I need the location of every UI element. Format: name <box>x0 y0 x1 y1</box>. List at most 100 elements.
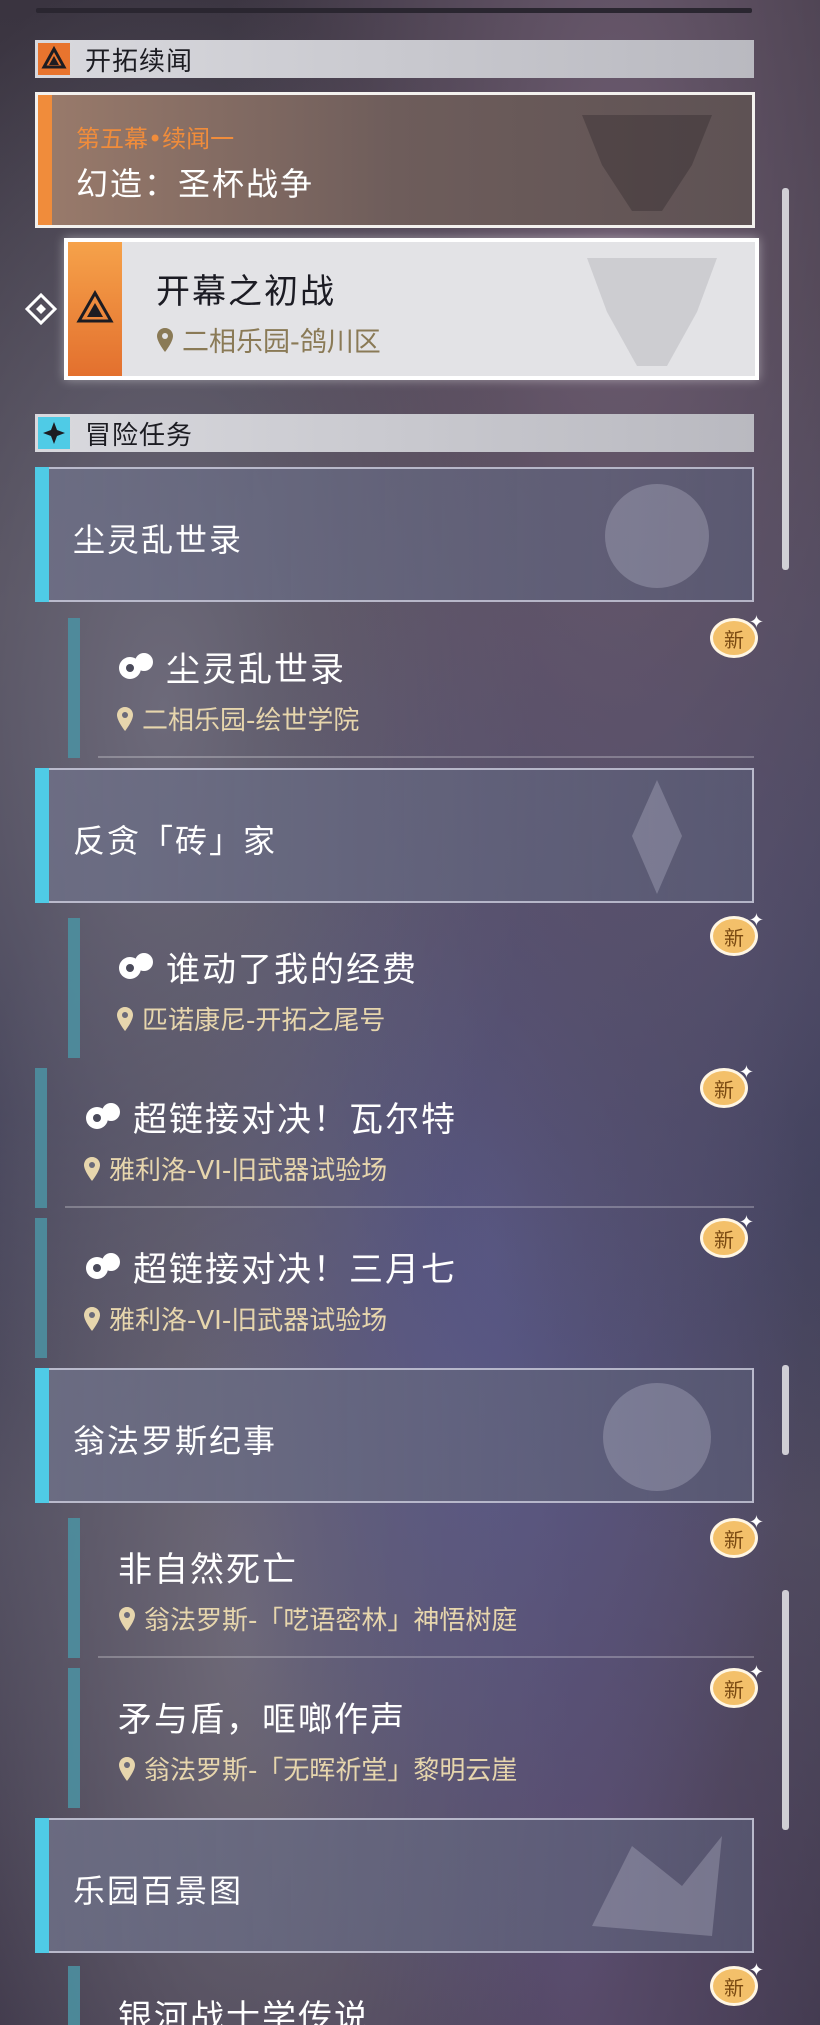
location-pin-icon <box>119 1756 135 1781</box>
story-quest-card[interactable]: 第五幕•续闻一 幻造：圣杯战争 <box>35 92 755 228</box>
task-item[interactable]: 尘灵乱世录 二相乐园-绘世学院 <box>68 618 754 758</box>
task-divider <box>98 1656 754 1658</box>
story-accent-bar <box>38 95 52 225</box>
task-bar <box>68 1518 80 1658</box>
task-title-text: 尘灵乱世录 <box>166 650 346 690</box>
task-item[interactable]: 超链接对决！瓦尔特 雅利洛-VI-旧武器试验场 <box>35 1068 754 1208</box>
group-emblem-icon <box>605 484 709 588</box>
sparkle-icon: ✦ <box>738 1062 754 1083</box>
task-location-text: 匹诺康尼-开拓之尾号 <box>142 1006 386 1036</box>
location-pin-icon <box>157 327 173 352</box>
task-location-text: 翁法罗斯-「呓语密林」神悟树庭 <box>144 1606 518 1636</box>
task-title-text: 超链接对决！瓦尔特 <box>133 1100 457 1140</box>
new-badge: 新 ✦ <box>706 612 764 664</box>
task-title: 超链接对决！瓦尔特 <box>83 1092 457 1141</box>
mission-icon <box>119 952 153 979</box>
location-pin-icon <box>84 1306 100 1331</box>
selection-cursor-icon <box>24 292 58 326</box>
quest-location: 二相乐园-鸽川区 <box>156 320 381 359</box>
task-location: 二相乐园-绘世学院 <box>116 700 359 737</box>
sparkle-icon: ✦ <box>748 1960 764 1981</box>
task-bar <box>68 1966 80 2025</box>
task-item[interactable]: 谁动了我的经费 匹诺康尼-开拓之尾号 <box>68 918 754 1058</box>
task-item[interactable]: 非自然死亡 翁法罗斯-「呓语密林」神悟树庭 <box>68 1518 754 1658</box>
sparkle-icon: ✦ <box>748 612 764 633</box>
new-badge: 新 ✦ <box>696 1062 754 1114</box>
quest-title: 开幕之初战 <box>156 272 336 312</box>
sparkle-icon: ✦ <box>748 1662 764 1683</box>
section-title: 开拓续闻 <box>85 46 194 77</box>
location-pin-icon <box>117 706 133 731</box>
group-emblem-icon <box>603 1383 711 1491</box>
task-location: 翁法罗斯-「呓语密林」神悟树庭 <box>118 1600 517 1637</box>
task-location-text: 雅利洛-VI-旧武器试验场 <box>109 1156 388 1186</box>
top-divider <box>36 8 752 13</box>
task-location: 雅利洛-VI-旧武器试验场 <box>83 1150 387 1187</box>
task-title: 银河战士学传说 <box>118 1990 370 2025</box>
task-location: 雅利洛-VI-旧武器试验场 <box>83 1300 387 1337</box>
task-title: 矛与盾，哐啷作声 <box>118 1692 406 1741</box>
sparkle-icon: ✦ <box>748 910 764 931</box>
story-emblem-icon <box>582 115 712 211</box>
task-title: 谁动了我的经费 <box>116 942 418 991</box>
location-pin-icon <box>117 1006 133 1031</box>
task-bar <box>68 618 80 758</box>
mission-icon <box>119 652 153 679</box>
location-pin-icon <box>84 1156 100 1181</box>
quest-location-text: 二相乐园-鸽川区 <box>182 327 381 358</box>
group-accent-bar <box>35 467 49 602</box>
mission-icon <box>86 1102 120 1129</box>
group-accent-bar <box>35 1818 49 1953</box>
group-accent-bar <box>35 768 49 903</box>
section-title: 冒险任务 <box>85 420 194 451</box>
selected-emblem-icon <box>587 258 717 366</box>
task-divider <box>65 1206 754 1208</box>
task-location-text: 二相乐园-绘世学院 <box>142 706 360 736</box>
task-location: 翁法罗斯-「无晖祈堂」黎明云崖 <box>118 1750 517 1787</box>
sparkle-icon: ✦ <box>748 1512 764 1533</box>
scrollbar-segment-lower[interactable] <box>782 1590 789 1830</box>
mission-icon <box>86 1252 120 1279</box>
section-header-trailblaze: 开拓续闻 <box>35 40 754 78</box>
group-emblem-icon <box>592 1836 722 1936</box>
task-item[interactable]: 矛与盾，哐啷作声 翁法罗斯-「无晖祈堂」黎明云崖 <box>68 1668 754 1808</box>
trailblaze-icon <box>37 42 71 76</box>
new-badge: 新 ✦ <box>706 1960 764 2012</box>
task-bar <box>35 1218 47 1358</box>
task-location-text: 翁法罗斯-「无晖祈堂」黎明云崖 <box>144 1756 518 1786</box>
scrollbar-thumb[interactable] <box>782 188 789 570</box>
selected-quest-card[interactable]: 开幕之初战 二相乐园-鸽川区 <box>64 238 759 380</box>
task-title-text: 超链接对决！三月七 <box>133 1250 457 1290</box>
group-title: 乐园百景图 <box>73 1872 244 1910</box>
group-accent-bar <box>35 1368 49 1503</box>
group-title: 尘灵乱世录 <box>73 521 244 559</box>
task-title-text: 银河战士学传说 <box>118 1998 370 2025</box>
group-header[interactable]: 乐园百景图 <box>35 1818 754 1953</box>
section-header-adventure: 冒险任务 <box>35 414 754 452</box>
task-item[interactable]: 超链接对决！三月七 雅利洛-VI-旧武器试验场 <box>35 1218 754 1358</box>
scrollbar-segment[interactable] <box>782 1365 789 1455</box>
task-item[interactable]: 银河战士学传说 <box>68 1966 754 2025</box>
new-badge: 新 ✦ <box>696 1212 754 1264</box>
story-subtitle: 第五幕•续闻一 <box>76 125 235 153</box>
group-header[interactable]: 翁法罗斯纪事 <box>35 1368 754 1503</box>
task-title: 非自然死亡 <box>118 1542 298 1591</box>
new-badge: 新 ✦ <box>706 1662 764 1714</box>
sparkle-icon: ✦ <box>738 1212 754 1233</box>
group-header[interactable]: 尘灵乱世录 <box>35 467 754 602</box>
task-location: 匹诺康尼-开拓之尾号 <box>116 1000 385 1037</box>
location-pin-icon <box>119 1606 135 1631</box>
task-title-text: 矛与盾，哐啷作声 <box>118 1700 406 1740</box>
task-bar <box>68 918 80 1058</box>
task-divider <box>98 756 754 758</box>
task-title-text: 非自然死亡 <box>118 1550 298 1590</box>
new-badge: 新 ✦ <box>706 1512 764 1564</box>
group-emblem-icon <box>632 780 682 894</box>
task-title: 尘灵乱世录 <box>116 642 346 691</box>
group-header[interactable]: 反贪「砖」家 <box>35 768 754 903</box>
new-badge: 新 ✦ <box>706 910 764 962</box>
story-title: 幻造：圣杯战争 <box>76 165 315 203</box>
group-title: 翁法罗斯纪事 <box>73 1422 278 1460</box>
group-title: 反贪「砖」家 <box>73 822 278 860</box>
task-title-text: 谁动了我的经费 <box>166 950 418 990</box>
